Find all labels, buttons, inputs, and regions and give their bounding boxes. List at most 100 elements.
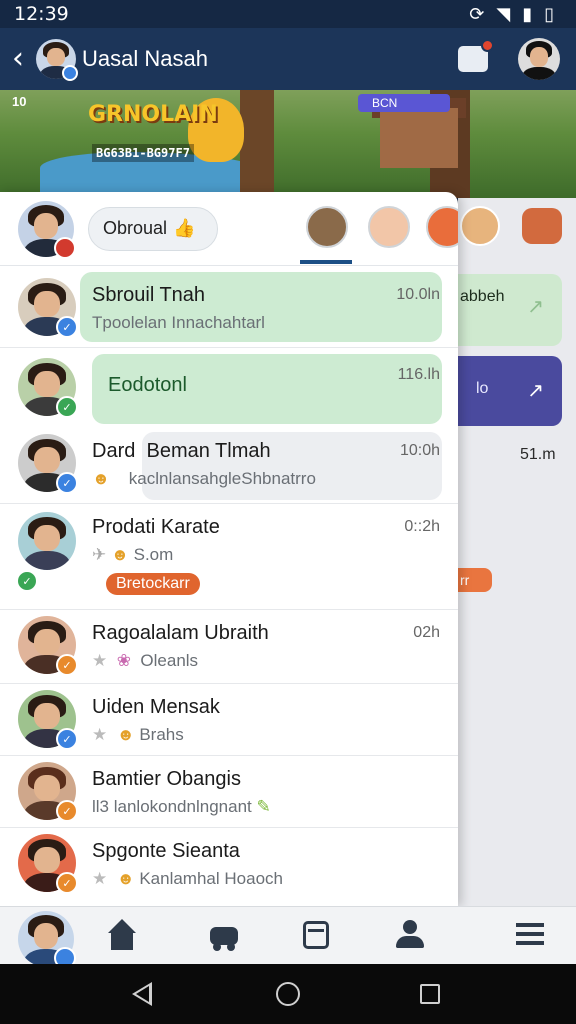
chat-preview: Oleanls: [140, 651, 199, 670]
star-icon: ★: [92, 869, 108, 888]
chat-time: 02h: [413, 624, 440, 641]
chat-name: Ragoalalam Ubraith: [92, 622, 269, 644]
chat-row[interactable]: ✓ Bamtier Obangis ll3 lanlokondnlngnant …: [0, 756, 458, 828]
chat-row[interactable]: ✓ Spgonte Sieanta ★ ☻ Kanlamhal Hoaoch: [0, 828, 458, 906]
star-icon: ★: [92, 725, 108, 744]
forward-icon: ✈: [92, 545, 107, 564]
chat-name: Bamtier Obangis: [92, 768, 241, 790]
status-icon: ✓: [56, 800, 78, 822]
profile-icon[interactable]: [394, 919, 426, 951]
status-icon: ✓: [56, 654, 78, 676]
chat-name: Uiden Mensak: [92, 696, 220, 718]
avatar: ✓: [18, 278, 78, 338]
tab-indicator: [300, 260, 352, 264]
verified-icon: ✓: [56, 396, 78, 418]
chat-time: 116.lh: [397, 366, 440, 383]
emoji-icon: ❀: [116, 651, 131, 670]
status-icon: ✓: [16, 570, 38, 592]
background-row-label: abbeh: [460, 288, 505, 305]
chat-name: Spgonte Sieanta: [92, 840, 240, 862]
chat-tag[interactable]: Bretockarr: [106, 573, 200, 595]
story-avatar[interactable]: [368, 206, 410, 248]
story-avatar[interactable]: [306, 206, 348, 248]
status-time: 12:39: [14, 3, 69, 25]
signal-icon: ▮: [522, 3, 533, 24]
game-score: 10: [12, 94, 27, 109]
emoji-icon: ✎: [256, 797, 271, 816]
avatar: ✓: [18, 616, 78, 676]
status-bar: 12:39 ⟳ ◥ ▮ ▯: [0, 0, 576, 28]
car-icon[interactable]: [208, 919, 240, 951]
status-chip-label: Obroual: [103, 218, 168, 238]
chat-preview: ll3 lanlokondnlngnant: [92, 797, 252, 816]
background-row-label: lo: [476, 380, 489, 397]
stories-row: Obroual 👍: [0, 192, 458, 266]
status-chip[interactable]: Obroual 👍: [88, 206, 219, 251]
chat-time: 0::2h: [404, 518, 440, 535]
system-home-icon[interactable]: [276, 982, 300, 1006]
chat-preview: Kanlamhal Hoaoch: [139, 869, 283, 888]
game-subtitle: BG63B1-BG97F7: [92, 144, 194, 162]
verified-icon: ✓: [56, 728, 78, 750]
arrow-icon: ↗: [527, 296, 544, 318]
chat-name: Sbrouil Tnah: [92, 284, 206, 306]
chat-preview: Tpoolelan Innachahtarl: [92, 313, 265, 332]
avatar: ✓: [18, 690, 78, 750]
chat-row[interactable]: ✓ Uiden Mensak ★ ☻ Brahs: [0, 684, 458, 756]
chat-row[interactable]: ✓ Ragoalalam Ubraith ★ ❀ Oleanls 02h: [0, 610, 458, 684]
verified-icon: ✓: [56, 472, 78, 494]
game-title: GRNOLAIN: [88, 102, 218, 127]
nav-avatar[interactable]: [18, 911, 76, 969]
battery-icon: ▯: [544, 3, 554, 24]
background-tag: rr: [458, 568, 492, 592]
sync-icon: ⟳: [469, 3, 485, 24]
system-back-icon[interactable]: [132, 982, 152, 1006]
arrow-icon: ↗: [527, 380, 544, 402]
chat-row[interactable]: ✓ Prodati Karate ✈ ☻ S.om Bretockarr 0::…: [0, 504, 458, 610]
avatar: ✓: [18, 834, 78, 894]
chat-preview: S.om: [133, 545, 174, 564]
avatar: ✓: [18, 762, 78, 822]
chat-name: Dard: [92, 440, 136, 462]
banner-pill[interactable]: BCN: [358, 94, 450, 112]
status-icon: ✓: [56, 872, 78, 894]
avatar[interactable]: [36, 39, 78, 81]
wifi-icon: ◥: [496, 3, 511, 24]
star-icon: ★: [92, 651, 108, 670]
chat-list-panel: Obroual 👍 ✓ Sbrouil Tnah Tpoolelan Innac…: [0, 192, 458, 906]
chat-time: 10.0ln: [396, 286, 440, 303]
avatar: ✓: [16, 512, 76, 592]
avatar: ✓: [18, 358, 78, 418]
back-icon[interactable]: ‹: [0, 44, 36, 74]
chat-row[interactable]: ✓ Sbrouil Tnah Tpoolelan Innachahtarl 10…: [0, 266, 458, 348]
home-icon[interactable]: [106, 919, 138, 951]
chat-name: Prodati Karate: [92, 516, 220, 538]
chat-preview: Brahs: [139, 725, 184, 744]
avatar: ✓: [18, 434, 78, 494]
notification-dot: [481, 39, 494, 52]
chat-preview: kaclnlansahgleShbnatrro: [128, 469, 316, 488]
emoji-icon: ☻: [116, 869, 135, 888]
game-banner[interactable]: 10 GRNOLAIN BG63B1-BG97F7 BCN: [0, 90, 576, 198]
app-bar: ‹ Uasal Nasah: [0, 28, 576, 90]
chat-time: 10:0h: [399, 442, 440, 459]
profile-avatar[interactable]: [518, 38, 560, 80]
system-nav-bar: [0, 964, 576, 1024]
my-avatar[interactable]: [18, 200, 76, 259]
background-time: 51.m: [520, 446, 556, 463]
background-chat-list: abbeh ↗ lo ↗ 51.m rr: [458, 198, 576, 906]
chat-name-secondary: Beman Tlmah: [146, 440, 271, 462]
chat-row[interactable]: ✓ Dard Beman Tlmah ☻ kaclnlansahgleShbna…: [0, 428, 458, 504]
message-icon[interactable]: [458, 39, 494, 72]
bus-icon[interactable]: [300, 919, 332, 951]
chat-preview: Eodotonl: [108, 374, 187, 396]
chat-row[interactable]: ✓ Eodotonl 116.lh: [0, 348, 458, 428]
emoji-icon: ☻: [116, 725, 135, 744]
system-recents-icon[interactable]: [420, 984, 440, 1004]
emoji-icon: ☻: [92, 469, 110, 488]
bottom-nav: [0, 906, 576, 969]
emoji-icon: ☻: [110, 545, 129, 564]
story-avatar[interactable]: [426, 206, 458, 248]
verified-icon: ✓: [56, 316, 78, 338]
menu-icon[interactable]: [514, 919, 546, 951]
